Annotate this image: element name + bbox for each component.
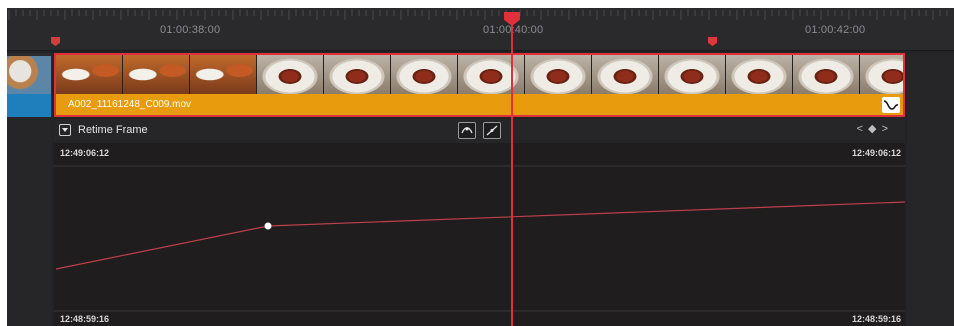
top-left-timecode: 12:49:06:12: [60, 148, 110, 158]
bottom-right-timecode: 12:48:59:16: [851, 314, 901, 324]
filmstrip-frame: [56, 55, 123, 94]
keyframe-navigation[interactable]: < ◆ >: [857, 122, 889, 135]
filmstrip-frame: [592, 55, 659, 94]
track-header[interactable]: [7, 53, 52, 117]
filmstrip-frame: [458, 55, 525, 94]
retime-graph: [54, 165, 905, 312]
ruler-timecode-3: 01:00:42:00: [805, 24, 866, 36]
timeline-marker[interactable]: [708, 37, 717, 46]
timeline-marker[interactable]: [51, 37, 60, 46]
collapse-toggle-icon[interactable]: [59, 124, 71, 136]
ruler-ticks: [8, 10, 948, 20]
playhead-line[interactable]: [511, 18, 513, 326]
linear-curve-icon[interactable]: [483, 122, 501, 139]
retime-curve-icon[interactable]: [882, 97, 900, 113]
track-header-empty: [7, 117, 52, 326]
retime-curve-editor[interactable]: Retime Frame < ◆ > 12:49:06:12 12:49:06:…: [54, 119, 905, 326]
top-right-timecode: 12:49:06:12: [851, 148, 901, 158]
timeline-empty-area: [907, 53, 954, 326]
retime-curve-line: [55, 201, 905, 270]
filmstrip-frame: [793, 55, 860, 94]
timeline-panel: 01:00:38:00 01:00:40:00 01:00:42:00 A002…: [7, 8, 954, 326]
video-clip[interactable]: A002_11161248_C009.mov: [54, 53, 905, 117]
filmstrip-frame: [391, 55, 458, 94]
retime-title: Retime Frame: [78, 124, 148, 136]
clip-thumbnail: [7, 56, 51, 94]
ruler-timecode-2: 01:00:40:00: [483, 24, 544, 36]
filmstrip-frame: [257, 55, 324, 94]
track-color-bar: [7, 94, 51, 117]
retime-header: Retime Frame < ◆ >: [54, 119, 905, 143]
filmstrip-frame: [659, 55, 726, 94]
ruler-timecode-1: 01:00:38:00: [160, 24, 221, 36]
bottom-left-timecode: 12:48:59:16: [60, 314, 110, 324]
filmstrip-frame: [525, 55, 592, 94]
timeline-ruler[interactable]: 01:00:38:00 01:00:40:00 01:00:42:00: [7, 8, 954, 51]
keyframe-point[interactable]: [264, 222, 272, 230]
filmstrip-frame: [123, 55, 190, 94]
clip-name: A002_11161248_C009.mov: [68, 99, 192, 110]
filmstrip-frame: [860, 55, 903, 94]
clip-filmstrip: [56, 55, 903, 94]
filmstrip-frame: [324, 55, 391, 94]
ease-curve-icon[interactable]: [458, 122, 476, 139]
filmstrip-frame: [190, 55, 257, 94]
filmstrip-frame: [726, 55, 793, 94]
